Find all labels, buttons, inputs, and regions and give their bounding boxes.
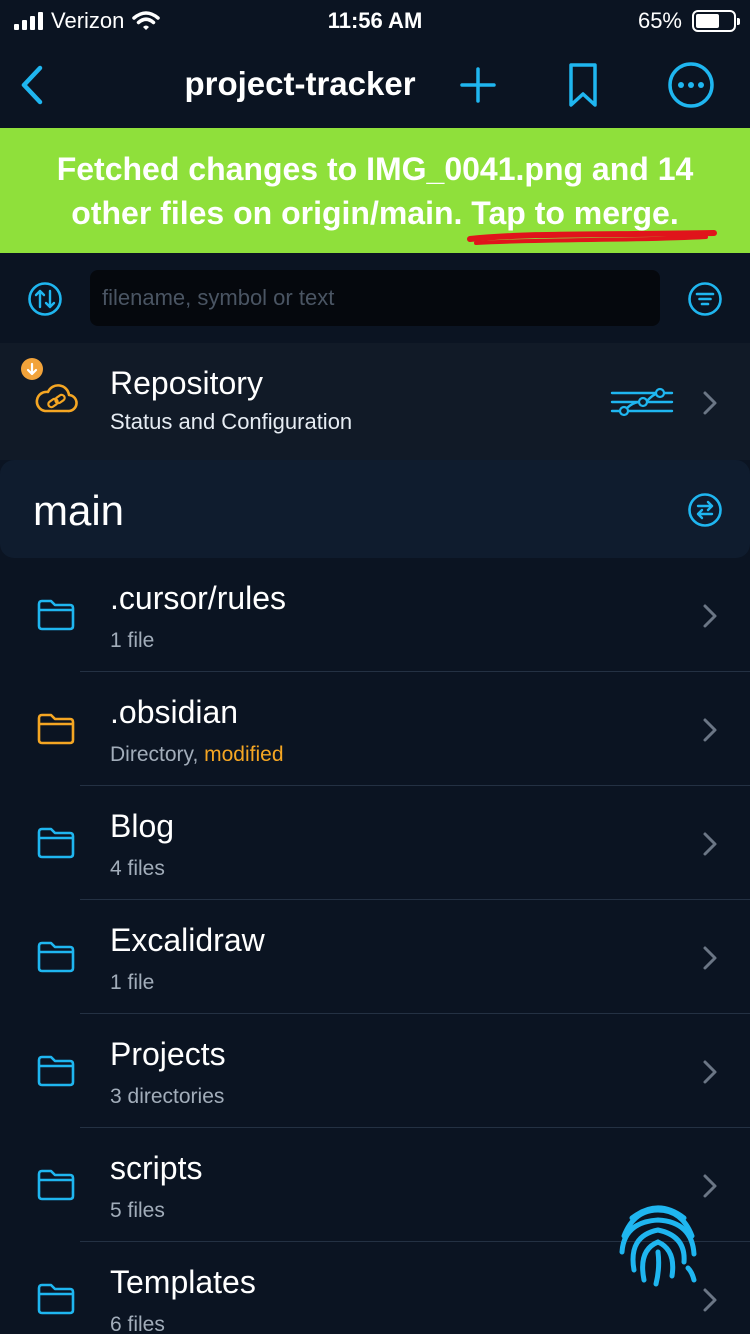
file-detail: 1 file [110, 971, 154, 995]
plus-icon [460, 67, 496, 103]
more-button[interactable] [666, 60, 716, 110]
file-detail-text: 5 files [110, 1199, 165, 1222]
file-row[interactable]: .obsidian Directory, modified [0, 672, 750, 786]
file-name: scripts [110, 1150, 203, 1186]
filter-icon[interactable] [687, 281, 723, 317]
file-detail: 1 file [110, 629, 154, 653]
file-row[interactable]: Projects 3 directories [0, 1014, 750, 1128]
banner-message: Fetched changes to IMG_0041.png and 14 o… [25, 147, 725, 235]
repository-subtitle: Status and Configuration [110, 409, 353, 434]
file-row[interactable]: Blog 4 files [0, 786, 750, 900]
chevron-right-icon [703, 604, 717, 628]
file-detail: 3 directories [110, 1085, 224, 1109]
folder-icon [37, 1283, 75, 1315]
bookmark-icon [569, 63, 597, 107]
folder-icon [37, 1169, 75, 1201]
ellipsis-circle-icon [668, 62, 714, 108]
sort-icon[interactable] [27, 281, 63, 317]
battery-icon [692, 10, 740, 32]
file-name: .cursor/rules [110, 580, 287, 616]
file-detail-text: Directory, [110, 743, 205, 766]
file-detail-text: 3 directories [110, 1085, 225, 1108]
branch-header[interactable]: main [0, 460, 750, 558]
arrow-down-icon [26, 362, 38, 376]
chevron-right-icon [703, 1060, 717, 1084]
repository-title: Repository [110, 365, 263, 401]
file-name: Templates [110, 1264, 256, 1300]
file-detail: Directory, modified [110, 743, 284, 767]
folder-icon [37, 941, 75, 973]
folder-icon [37, 827, 75, 859]
file-detail-text: 1 file [110, 629, 155, 652]
back-button[interactable] [12, 60, 52, 110]
cloud-link-icon [35, 384, 78, 413]
red-underline-annotation [467, 230, 717, 245]
file-name: Blog [110, 808, 175, 844]
file-name: .obsidian [110, 694, 239, 730]
file-detail-text: 6 files [110, 1313, 165, 1334]
chevron-right-icon [703, 1288, 717, 1312]
bookmark-button[interactable] [558, 60, 608, 110]
file-row[interactable]: .cursor/rules 1 file [0, 558, 750, 672]
chevron-left-icon [21, 65, 43, 105]
file-detail-text: 1 file [110, 971, 155, 994]
file-name: Projects [110, 1036, 226, 1072]
file-name: Excalidraw [110, 922, 265, 958]
add-button[interactable] [453, 60, 503, 110]
folder-icon [37, 599, 75, 631]
incoming-changes-badge [21, 358, 43, 380]
file-modified-status: modified [204, 743, 284, 766]
chevron-right-icon [703, 1174, 717, 1198]
folder-icon [37, 1055, 75, 1087]
branch-name: main [33, 487, 125, 534]
folder-icon [37, 713, 75, 745]
navigation-bar: project-tracker [0, 42, 750, 128]
battery-percent: 65% [637, 8, 682, 33]
repository-row[interactable]: Repository Status and Configuration [0, 343, 750, 460]
chevron-right-icon [703, 718, 717, 742]
page-title: project-tracker [184, 65, 416, 102]
file-detail: 6 files [110, 1313, 165, 1334]
file-detail: 5 files [110, 1199, 165, 1223]
branch-switch-icon[interactable] [687, 492, 723, 528]
chevron-right-icon [703, 946, 717, 970]
battery-group: 65% [637, 6, 740, 36]
commit-graph-icon [610, 387, 674, 417]
fingerprint-icon[interactable] [612, 1196, 704, 1288]
status-bar: Verizon 11:56 AM 65% [0, 0, 750, 42]
chevron-right-icon [703, 832, 717, 856]
search-input[interactable] [90, 270, 660, 326]
file-detail-text: 4 files [110, 857, 165, 880]
chevron-right-icon [703, 391, 717, 415]
search-row [0, 253, 750, 343]
file-row[interactable]: Excalidraw 1 file [0, 900, 750, 1014]
file-detail: 4 files [110, 857, 165, 881]
